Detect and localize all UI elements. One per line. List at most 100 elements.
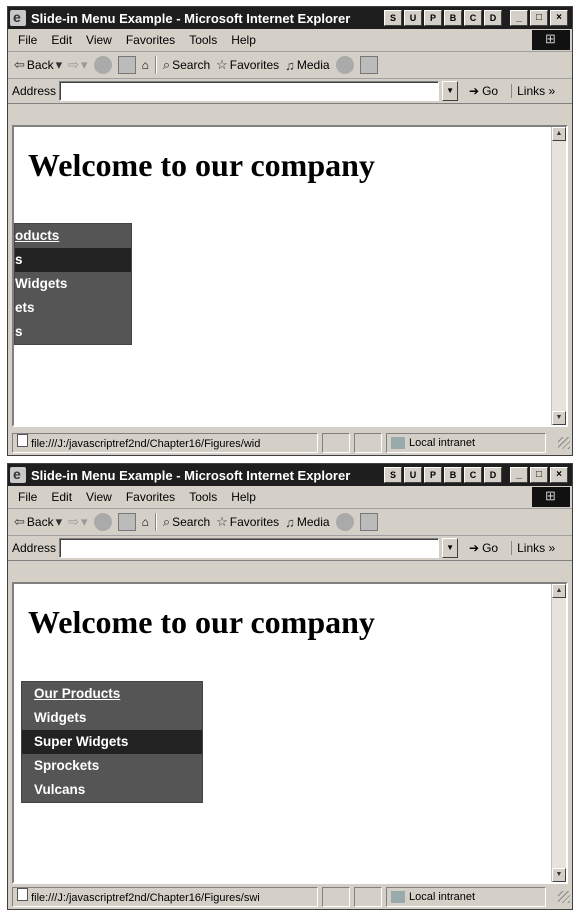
window-title: Slide-in Menu Example - Microsoft Intern… (31, 10, 351, 26)
forward-arrow-icon: ⇨ (68, 514, 80, 529)
search-icon: ⌕ (162, 57, 171, 72)
menu-tools[interactable]: Tools (182, 490, 224, 504)
status-url: file:///J:/javascriptref2nd/Chapter16/Fi… (31, 892, 260, 904)
menu-tools[interactable]: Tools (182, 33, 224, 47)
slide-in-menu: Our Products Widgets Super Widgets Sproc… (21, 681, 203, 803)
menu-item-widgets[interactable]: Widgets (22, 706, 202, 730)
menu-item-vulcans[interactable]: Vulcans (22, 778, 202, 802)
mail-icon[interactable] (359, 513, 378, 531)
menu-edit[interactable]: Edit (44, 33, 79, 47)
go-label: Go (482, 84, 499, 98)
scroll-up-icon[interactable]: ▲ (552, 584, 566, 598)
minimize-icon[interactable]: _ (510, 10, 528, 26)
media-button[interactable]: ♫ Media (285, 58, 329, 73)
address-dropdown-icon[interactable]: ▼ (442, 538, 459, 558)
refresh-icon[interactable] (117, 56, 136, 74)
address-dropdown-icon[interactable]: ▼ (442, 81, 459, 101)
title-button-c[interactable]: C (464, 10, 482, 26)
history-icon[interactable] (335, 513, 354, 531)
menu-item-super-widgets[interactable]: Widgets (15, 272, 131, 296)
toolbar: ⇦ Back ▾ ⇨ ▾ ⌂ ⌕ Search ☆ Favorites ♫ Media (8, 509, 572, 536)
search-button[interactable]: ⌕ Search (163, 514, 210, 530)
menu-item-sprockets[interactable]: ets (15, 296, 131, 320)
title-button-u[interactable]: U (404, 467, 422, 483)
links-button[interactable]: Links » (511, 541, 555, 555)
title-button-u[interactable]: U (404, 10, 422, 26)
menu-item-vulcans[interactable]: s (15, 320, 131, 344)
menu-file[interactable]: File (8, 33, 44, 47)
search-label: Search (172, 58, 211, 72)
menu-favorites[interactable]: Favorites (119, 490, 182, 504)
close-icon[interactable]: × (550, 467, 568, 483)
ie-icon (10, 466, 26, 483)
title-button-s[interactable]: S (384, 467, 402, 483)
menu-help[interactable]: Help (224, 33, 263, 47)
stop-icon[interactable] (93, 513, 112, 531)
vertical-scrollbar[interactable]: ▲ ▼ (551, 127, 566, 425)
status-bar: file:///J:/javascriptref2nd/Chapter16/Fi… (8, 431, 572, 455)
go-button[interactable]: ➔ Go (469, 541, 498, 555)
go-label: Go (482, 541, 499, 555)
menu-file[interactable]: File (8, 490, 44, 504)
search-button[interactable]: ⌕ Search (163, 57, 210, 73)
links-button[interactable]: Links » (511, 84, 555, 98)
menu-bar: File Edit View Favorites Tools Help (8, 29, 572, 52)
media-button[interactable]: ♫ Media (285, 515, 329, 530)
title-button-p[interactable]: P (424, 467, 442, 483)
menu-view[interactable]: View (79, 490, 119, 504)
menu-edit[interactable]: Edit (44, 490, 79, 504)
stop-icon[interactable] (93, 56, 112, 74)
scroll-down-icon[interactable]: ▼ (552, 411, 566, 425)
toolbar-separator (154, 56, 157, 74)
address-input[interactable] (59, 81, 440, 101)
back-button[interactable]: ⇦ Back ▾ (14, 57, 62, 73)
status-zone: Local intranet (386, 433, 546, 453)
favorites-button[interactable]: ☆ Favorites (216, 514, 279, 530)
menu-view[interactable]: View (79, 33, 119, 47)
title-button-c[interactable]: C (464, 467, 482, 483)
vertical-scrollbar[interactable]: ▲ ▼ (551, 584, 566, 882)
close-icon[interactable]: × (550, 10, 568, 26)
favorites-button[interactable]: ☆ Favorites (216, 57, 279, 73)
menu-help[interactable]: Help (224, 490, 263, 504)
chevron-down-icon: ▾ (55, 57, 63, 72)
maximize-icon[interactable]: □ (530, 467, 548, 483)
resize-grip-icon[interactable] (558, 437, 570, 449)
chevron-down-icon: ▾ (81, 57, 88, 72)
menu-item-our-products[interactable]: Our Products (22, 682, 202, 706)
title-button-p[interactable]: P (424, 10, 442, 26)
home-icon[interactable]: ⌂ (142, 58, 149, 72)
title-button-d[interactable]: D (484, 467, 502, 483)
menu-favorites[interactable]: Favorites (119, 33, 182, 47)
scroll-down-icon[interactable]: ▼ (552, 868, 566, 882)
title-button-d[interactable]: D (484, 10, 502, 26)
go-button[interactable]: ➔ Go (469, 84, 498, 98)
status-cell (354, 433, 382, 453)
history-icon[interactable] (335, 56, 354, 74)
back-button[interactable]: ⇦ Back ▾ (14, 514, 62, 530)
home-icon[interactable]: ⌂ (142, 515, 149, 529)
maximize-icon[interactable]: □ (530, 10, 548, 26)
forward-button[interactable]: ⇨ ▾ (68, 514, 87, 530)
page-heading: Welcome to our company (28, 147, 375, 183)
forward-button[interactable]: ⇨ ▾ (68, 57, 87, 73)
menu-item-widgets[interactable]: s (15, 248, 131, 272)
title-button-s[interactable]: S (384, 10, 402, 26)
title-button-b[interactable]: B (444, 10, 462, 26)
refresh-icon[interactable] (117, 513, 136, 531)
back-label: Back (26, 515, 54, 529)
favorites-label: Favorites (229, 58, 280, 72)
menu-item-products[interactable]: oducts (15, 224, 131, 248)
title-button-b[interactable]: B (444, 467, 462, 483)
title-bar: Slide-in Menu Example - Microsoft Intern… (8, 464, 572, 486)
address-input[interactable] (59, 538, 440, 558)
menu-item-super-widgets[interactable]: Super Widgets (22, 730, 202, 754)
resize-grip-icon[interactable] (558, 891, 570, 903)
favorites-icon: ☆ (216, 514, 228, 529)
menu-item-sprockets[interactable]: Sprockets (22, 754, 202, 778)
minimize-icon[interactable]: _ (510, 467, 528, 483)
chevron-down-icon: ▾ (81, 514, 88, 529)
status-url: file:///J:/javascriptref2nd/Chapter16/Fi… (31, 438, 261, 450)
mail-icon[interactable] (359, 56, 378, 74)
scroll-up-icon[interactable]: ▲ (552, 127, 566, 141)
